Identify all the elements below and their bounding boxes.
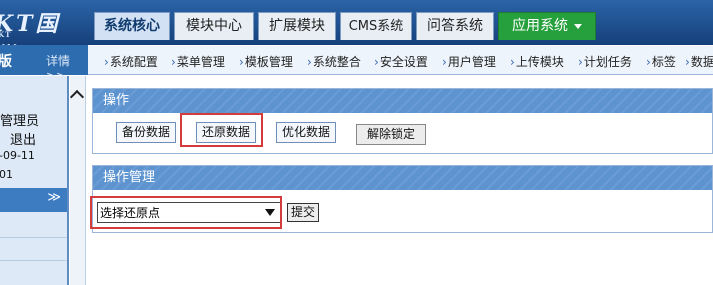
subnav-label: 数据 — [690, 55, 713, 69]
arrow-icon: › — [442, 55, 447, 69]
sidebar-title: 版 — [0, 54, 12, 70]
arrow-icon: › — [646, 55, 651, 69]
arrow-icon: › — [171, 55, 176, 69]
site-logo: KT国微 KT — [0, 6, 84, 69]
left-sidebar: 管理员 退出 -09-11 01 — [0, 76, 69, 285]
subnav-item-menu-manage[interactable]: ›菜单管理 — [171, 53, 225, 70]
tab-label: 问答系统 — [427, 18, 483, 34]
highlight-box — [180, 113, 263, 147]
unlock-button[interactable]: 解除锁定 — [356, 124, 426, 145]
menu-divider — [0, 260, 67, 261]
tab-module-center[interactable]: 模块中心 — [174, 12, 254, 40]
arrow-icon: › — [685, 55, 690, 69]
submit-button[interactable]: 提交 — [287, 203, 319, 222]
tab-label: 系统核心 — [104, 18, 160, 34]
date-label: -09-11 — [0, 149, 35, 162]
subnav-item-system-config[interactable]: ›系统配置 — [104, 53, 158, 70]
subnav-label: 模板管理 — [244, 55, 293, 69]
top-navigation-bar: KT国微 KT 系统核心 模块中心 扩展模块 CMS系统 问答系统 应用系统 — [0, 0, 713, 69]
time-label: 01 — [0, 168, 13, 181]
tab-extension-modules[interactable]: 扩展模块 — [258, 12, 336, 40]
subnav-item-data[interactable]: ›数据 — [685, 53, 713, 70]
subnav-label: 上传模块 — [515, 55, 564, 69]
tab-app-system[interactable]: 应用系统 — [498, 12, 596, 40]
arrow-icon: › — [104, 55, 109, 69]
subnav-label: 用户管理 — [447, 55, 496, 69]
tab-system-core[interactable]: 系统核心 — [94, 12, 170, 40]
panel-title: 操作管理 — [93, 166, 712, 190]
arrow-icon: › — [510, 55, 515, 69]
tab-cms-system[interactable]: CMS系统 — [340, 12, 412, 40]
subnav-label: 安全设置 — [379, 55, 428, 69]
subnav-item-scheduled-tasks[interactable]: ›计划任务 — [578, 53, 632, 70]
subnav-item-tags[interactable]: ›标签 — [646, 53, 676, 70]
sidebar-menu-header[interactable]: ≫ — [0, 188, 67, 212]
tab-label: 扩展模块 — [269, 18, 325, 34]
tab-qa-system[interactable]: 问答系统 — [416, 12, 494, 40]
subnav-label: 系统整合 — [312, 55, 361, 69]
highlight-box — [90, 196, 282, 229]
menu-divider — [0, 237, 67, 238]
panel-title: 操作 — [93, 89, 712, 113]
tab-label: 模块中心 — [186, 18, 242, 34]
double-chevron-down-icon: ≫ — [47, 190, 61, 205]
subnav-item-security-settings[interactable]: ›安全设置 — [374, 53, 428, 70]
backup-data-button[interactable]: 备份数据 — [116, 122, 176, 143]
subnav-item-template-manage[interactable]: ›模板管理 — [239, 53, 293, 70]
subnav-item-upload-module[interactable]: ›上传模块 — [510, 53, 564, 70]
arrow-icon: › — [374, 55, 379, 69]
subnav-label: 计划任务 — [583, 55, 632, 69]
subnav-label: 系统配置 — [109, 55, 158, 69]
user-role-label: 管理员 — [0, 114, 40, 129]
arrow-icon: › — [239, 55, 244, 69]
arrow-icon: › — [578, 55, 583, 69]
tab-label: CMS系统 — [348, 19, 404, 34]
subnav-item-system-integration[interactable]: ›系统整合 — [307, 53, 361, 70]
subnav-label: 标签 — [651, 55, 676, 69]
caret-down-icon — [574, 23, 582, 29]
arrow-icon: › — [307, 55, 312, 69]
optimize-data-button[interactable]: 优化数据 — [276, 122, 336, 143]
sidebar-toggle-column — [69, 76, 86, 285]
logout-link[interactable]: 退出 — [10, 129, 36, 148]
chevron-up-icon[interactable] — [69, 89, 85, 105]
tab-label: 应用系统 — [512, 18, 568, 34]
subnav-item-user-manage[interactable]: ›用户管理 — [442, 53, 496, 70]
sidebar-header: 版 详情>> — [0, 45, 88, 83]
subnav-label: 菜单管理 — [176, 55, 225, 69]
logo-subtext: KT — [0, 30, 12, 39]
